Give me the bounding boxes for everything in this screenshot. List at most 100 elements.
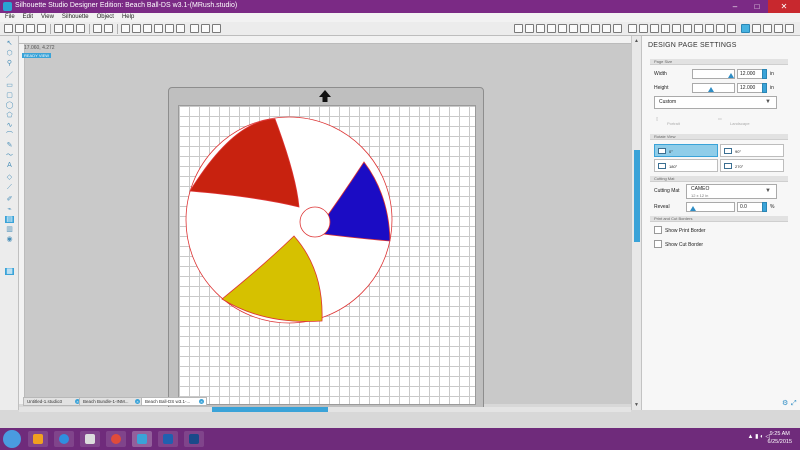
eyedropper-icon[interactable]: ⌁ <box>5 206 14 213</box>
brush-icon[interactable] <box>785 24 794 33</box>
design-view-icon[interactable]: ▤ <box>5 216 14 223</box>
text-tool-icon[interactable]: A <box>5 162 14 169</box>
clock[interactable]: 9:25 AM 6/25/2015 <box>768 430 792 446</box>
landscape-icon[interactable]: ▭ <box>718 116 722 121</box>
internet-explorer-icon[interactable] <box>54 431 74 447</box>
start-button[interactable] <box>3 430 21 448</box>
send-to-icon[interactable] <box>661 24 670 33</box>
polygon-tool-icon[interactable]: ⬠ <box>5 112 14 119</box>
layout-view-icon[interactable]: ▦ <box>5 268 14 275</box>
zoom-select-icon[interactable] <box>165 24 174 33</box>
tab-beach-ball[interactable]: Beach Ball-DS w3.1-... × <box>141 397 207 406</box>
show-cut-border-checkbox[interactable] <box>654 240 662 248</box>
curve-tool-icon[interactable]: ∿ <box>5 122 14 129</box>
line-color-icon[interactable] <box>558 24 567 33</box>
menu-edit[interactable]: Edit <box>23 13 33 22</box>
library-view-icon[interactable]: ▥ <box>5 226 14 233</box>
rotate-270-button[interactable]: 270° <box>720 159 784 172</box>
menu-file[interactable]: File <box>5 13 15 22</box>
menu-object[interactable]: Object <box>97 13 114 22</box>
landscape-option[interactable]: Landscape <box>730 121 750 126</box>
rotate-90-button[interactable]: 90° <box>720 144 784 157</box>
window-icon[interactable] <box>184 431 204 447</box>
menu-help[interactable]: Help <box>122 13 134 22</box>
width-stepper[interactable] <box>762 69 767 79</box>
grid-icon[interactable] <box>190 24 199 33</box>
expand-panel-icon[interactable]: ⤢ <box>791 400 797 407</box>
beach-ball-design[interactable] <box>184 115 394 325</box>
arc-tool-icon[interactable]: ⌒ <box>5 132 14 139</box>
ungroup-icon[interactable] <box>212 24 221 33</box>
replicate-icon[interactable] <box>602 24 611 33</box>
print-icon[interactable] <box>37 24 46 33</box>
height-stepper[interactable] <box>762 83 767 93</box>
rotate-180-button[interactable]: 180° <box>654 159 718 172</box>
knife-icon[interactable] <box>774 24 783 33</box>
menu-silhouette[interactable]: Silhouette <box>62 13 89 22</box>
fit-to-page-icon[interactable] <box>176 24 185 33</box>
paint-tool-icon[interactable]: ✐ <box>5 196 14 203</box>
scroll-down-icon[interactable]: ▼ <box>634 402 639 408</box>
cutting-mat-select[interactable]: CAMEO 12 x 12 in ▼ <box>686 184 777 199</box>
width-input[interactable]: 12.000 <box>737 69 763 79</box>
group-icon[interactable] <box>201 24 210 33</box>
undo-icon[interactable] <box>93 24 102 33</box>
chrome-icon[interactable] <box>106 431 126 447</box>
trace-icon[interactable] <box>639 24 648 33</box>
vertical-scroll-thumb[interactable] <box>634 150 640 242</box>
width-slider[interactable] <box>692 69 735 79</box>
zoom-out-icon[interactable] <box>154 24 163 33</box>
close-tab-icon[interactable]: × <box>199 399 204 404</box>
align-icon[interactable] <box>727 24 736 33</box>
open-file-icon[interactable] <box>15 24 24 33</box>
text-style-icon[interactable] <box>580 24 589 33</box>
app-grid-icon[interactable] <box>80 431 100 447</box>
select-tool-icon[interactable]: ↖ <box>5 40 14 47</box>
store-view-icon[interactable]: ◉ <box>5 236 14 243</box>
paste-icon[interactable] <box>76 24 85 33</box>
cut-settings-icon[interactable] <box>650 24 659 33</box>
send-to-silhouette-icon[interactable] <box>752 24 761 33</box>
dither-icon[interactable] <box>716 24 725 33</box>
redo-icon[interactable] <box>104 24 113 33</box>
fill-color-icon[interactable] <box>547 24 556 33</box>
gear-icon[interactable]: ⚙ <box>782 400 788 407</box>
library-icon[interactable] <box>683 24 692 33</box>
reveal-stepper[interactable] <box>762 202 767 212</box>
smooth-freehand-icon[interactable]: 〜 <box>5 152 14 159</box>
offset-icon[interactable] <box>628 24 637 33</box>
zoom-in-icon[interactable] <box>143 24 152 33</box>
portrait-option[interactable]: Portrait <box>667 121 680 126</box>
reveal-slider[interactable] <box>686 202 735 212</box>
rounded-rectangle-tool-icon[interactable]: ▢ <box>5 92 14 99</box>
outlook-icon[interactable] <box>28 431 48 447</box>
knife-tool-icon[interactable]: ⟋ <box>5 184 14 191</box>
save-icon[interactable] <box>26 24 35 33</box>
point-edit-icon[interactable]: ⬡ <box>5 50 14 57</box>
freehand-tool-icon[interactable]: ✎ <box>5 142 14 149</box>
vertical-scrollbar[interactable]: ▲ ▼ <box>631 36 641 410</box>
height-slider[interactable] <box>692 83 735 93</box>
eraser-tool-icon[interactable]: ◇ <box>5 174 14 181</box>
height-input[interactable]: 12.000 <box>737 83 763 93</box>
portrait-icon[interactable]: ▯ <box>656 116 658 121</box>
rotate-0-button[interactable]: 0° <box>654 144 718 157</box>
registration-icon[interactable] <box>525 24 534 33</box>
maximize-button[interactable]: □ <box>746 0 768 13</box>
transform-icon[interactable] <box>591 24 600 33</box>
file-manager-icon[interactable] <box>158 431 178 447</box>
menu-view[interactable]: View <box>41 13 54 22</box>
cut-icon[interactable] <box>54 24 63 33</box>
show-print-border-checkbox[interactable] <box>654 226 662 234</box>
page-size-select[interactable]: Custom ▼ <box>654 96 777 109</box>
copy-icon[interactable] <box>65 24 74 33</box>
line-style-icon[interactable] <box>569 24 578 33</box>
line-tool-icon[interactable]: ／ <box>5 72 14 79</box>
print-settings-icon[interactable] <box>705 24 714 33</box>
grid-settings-icon[interactable] <box>536 24 545 33</box>
ellipse-tool-icon[interactable]: ◯ <box>5 102 14 109</box>
rectangle-tool-icon[interactable]: ▭ <box>5 82 14 89</box>
reveal-input[interactable]: 0.0 <box>737 202 763 212</box>
minimize-button[interactable]: – <box>724 0 746 13</box>
horizontal-scrollbar[interactable] <box>19 407 631 412</box>
